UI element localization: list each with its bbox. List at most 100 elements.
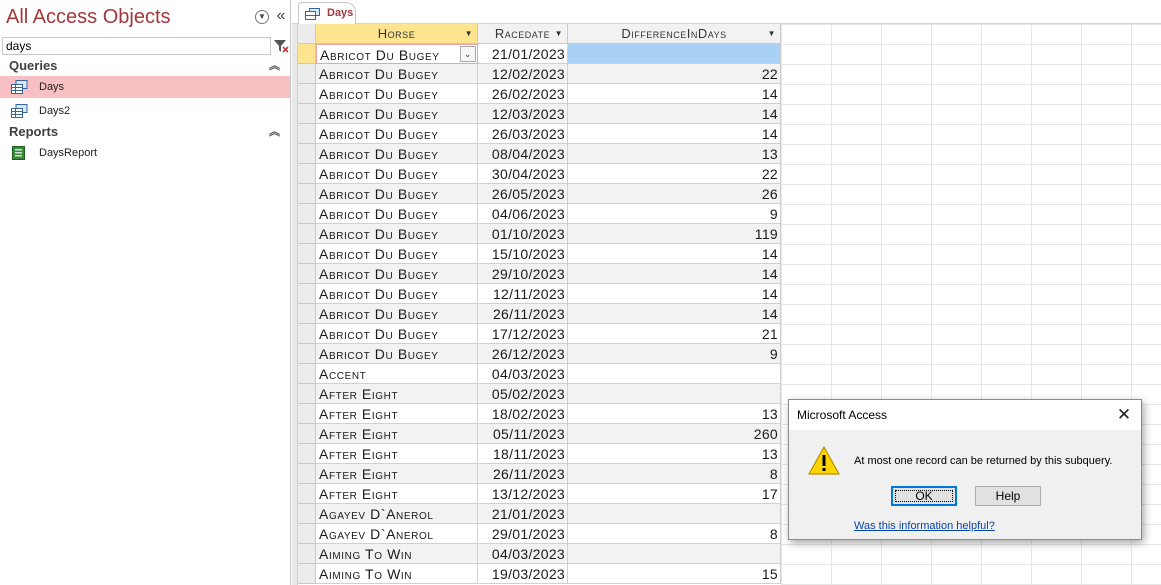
- cell-differenceindays[interactable]: 22: [568, 164, 781, 184]
- dialog-titlebar[interactable]: Microsoft Access ✕: [789, 400, 1141, 430]
- cell-differenceindays[interactable]: 13: [568, 144, 781, 164]
- cell-horse[interactable]: Abricot Du Bugey: [316, 244, 478, 264]
- cell-racedate[interactable]: 18/11/2023: [478, 444, 568, 464]
- cell-racedate[interactable]: 26/02/2023: [478, 84, 568, 104]
- cell-racedate[interactable]: 04/03/2023: [478, 544, 568, 564]
- cell-horse[interactable]: Abricot Du Bugey: [316, 264, 478, 284]
- cell-horse[interactable]: After Eight: [316, 384, 478, 404]
- cell-differenceindays[interactable]: 14: [568, 244, 781, 264]
- cell-racedate[interactable]: 04/03/2023: [478, 364, 568, 384]
- cell-horse[interactable]: Abricot Du Bugey: [316, 124, 478, 144]
- record-selector[interactable]: [298, 464, 316, 484]
- cell-differenceindays[interactable]: 14: [568, 284, 781, 304]
- nav-search-input[interactable]: [2, 37, 271, 55]
- cell-racedate[interactable]: 21/01/2023: [478, 44, 568, 64]
- cell-racedate[interactable]: 12/02/2023: [478, 64, 568, 84]
- ok-button[interactable]: OK: [891, 486, 957, 506]
- cell-differenceindays[interactable]: 9: [568, 204, 781, 224]
- cell-horse[interactable]: After Eight: [316, 404, 478, 424]
- cell-horse[interactable]: Accent: [316, 364, 478, 384]
- tab-days[interactable]: Days: [298, 2, 356, 25]
- cell-differenceindays[interactable]: 8: [568, 464, 781, 484]
- cell-racedate[interactable]: 29/10/2023: [478, 264, 568, 284]
- record-selector[interactable]: [298, 124, 316, 144]
- cell-differenceindays[interactable]: [568, 364, 781, 384]
- cell-differenceindays[interactable]: 260: [568, 424, 781, 444]
- record-selector[interactable]: [298, 444, 316, 464]
- select-all-corner[interactable]: [298, 24, 316, 44]
- collapse-group-icon[interactable]: ︽: [269, 122, 280, 142]
- cell-racedate[interactable]: 26/11/2023: [478, 464, 568, 484]
- cell-racedate[interactable]: 12/11/2023: [478, 284, 568, 304]
- cell-racedate[interactable]: 05/11/2023: [478, 424, 568, 444]
- cell-racedate[interactable]: 15/10/2023: [478, 244, 568, 264]
- cell-horse[interactable]: Abricot Du Bugey: [316, 184, 478, 204]
- cell-differenceindays[interactable]: 17: [568, 484, 781, 504]
- cell-racedate[interactable]: 05/02/2023: [478, 384, 568, 404]
- record-selector[interactable]: [298, 164, 316, 184]
- nav-group-queries[interactable]: Queries ︽: [0, 56, 290, 76]
- record-selector[interactable]: [298, 144, 316, 164]
- cell-differenceindays[interactable]: 13: [568, 444, 781, 464]
- cell-differenceindays[interactable]: 119: [568, 224, 781, 244]
- cell-horse[interactable]: Abricot Du Bugey: [316, 204, 478, 224]
- combo-dropdown-icon[interactable]: ⌄: [460, 46, 476, 62]
- cell-horse[interactable]: Abricot Du Bugey: [316, 84, 478, 104]
- record-selector[interactable]: [298, 224, 316, 244]
- nav-item-daysreport[interactable]: DaysReport: [0, 142, 290, 164]
- nav-group-reports[interactable]: Reports ︽: [0, 122, 290, 142]
- cell-horse[interactable]: Abricot Du Bugey: [316, 224, 478, 244]
- record-selector[interactable]: [298, 364, 316, 384]
- cell-horse[interactable]: Abricot Du Bugey: [316, 164, 478, 184]
- record-selector[interactable]: [298, 264, 316, 284]
- cell-differenceindays[interactable]: 14: [568, 84, 781, 104]
- record-selector[interactable]: [298, 104, 316, 124]
- record-selector[interactable]: [298, 504, 316, 524]
- record-selector[interactable]: [298, 384, 316, 404]
- cell-racedate[interactable]: 26/03/2023: [478, 124, 568, 144]
- cell-differenceindays[interactable]: 14: [568, 264, 781, 284]
- column-dropdown-icon[interactable]: ▼: [768, 24, 776, 44]
- record-selector[interactable]: [298, 244, 316, 264]
- cell-horse[interactable]: Abricot Du Bugey ⌄: [316, 44, 478, 64]
- cell-horse[interactable]: After Eight: [316, 424, 478, 444]
- record-selector[interactable]: [298, 204, 316, 224]
- cell-horse[interactable]: After Eight: [316, 444, 478, 464]
- close-icon[interactable]: ✕: [1113, 404, 1135, 426]
- cell-differenceindays[interactable]: 14: [568, 304, 781, 324]
- record-selector[interactable]: [298, 184, 316, 204]
- record-selector[interactable]: [298, 344, 316, 364]
- cell-horse[interactable]: Abricot Du Bugey: [316, 284, 478, 304]
- cell-racedate[interactable]: 19/03/2023: [478, 564, 568, 584]
- nav-item-days[interactable]: Days: [0, 76, 290, 98]
- cell-differenceindays[interactable]: [568, 504, 781, 524]
- column-header-racedate[interactable]: Racedate ▼: [478, 24, 568, 44]
- cell-racedate[interactable]: 17/12/2023: [478, 324, 568, 344]
- double-chevron-left-icon[interactable]: «: [274, 6, 288, 26]
- cell-racedate[interactable]: 12/03/2023: [478, 104, 568, 124]
- cell-racedate[interactable]: 30/04/2023: [478, 164, 568, 184]
- record-selector[interactable]: [298, 64, 316, 84]
- cell-racedate[interactable]: 08/04/2023: [478, 144, 568, 164]
- column-header-differenceindays[interactable]: DifferenceInDays ▼: [568, 24, 781, 44]
- cell-horse[interactable]: Aiming To Win: [316, 544, 478, 564]
- cell-racedate[interactable]: 04/06/2023: [478, 204, 568, 224]
- help-button[interactable]: Help: [975, 486, 1041, 506]
- record-selector[interactable]: [298, 484, 316, 504]
- cell-horse[interactable]: After Eight: [316, 464, 478, 484]
- cell-racedate[interactable]: 13/12/2023: [478, 484, 568, 504]
- cell-differenceindays[interactable]: [568, 544, 781, 564]
- cell-horse[interactable]: After Eight: [316, 484, 478, 504]
- cell-differenceindays[interactable]: 22: [568, 64, 781, 84]
- cell-differenceindays[interactable]: 14: [568, 124, 781, 144]
- record-selector[interactable]: [298, 404, 316, 424]
- cell-differenceindays[interactable]: 13: [568, 404, 781, 424]
- clear-filter-icon[interactable]: [272, 37, 290, 55]
- cell-horse[interactable]: Agayev D`Anerol: [316, 504, 478, 524]
- column-dropdown-icon[interactable]: ▼: [465, 24, 473, 44]
- cell-racedate[interactable]: 18/02/2023: [478, 404, 568, 424]
- cell-horse[interactable]: Abricot Du Bugey: [316, 324, 478, 344]
- cell-racedate[interactable]: 29/01/2023: [478, 524, 568, 544]
- nav-pane-title[interactable]: All Access Objects: [6, 6, 171, 29]
- cell-horse[interactable]: Aiming To Win: [316, 564, 478, 584]
